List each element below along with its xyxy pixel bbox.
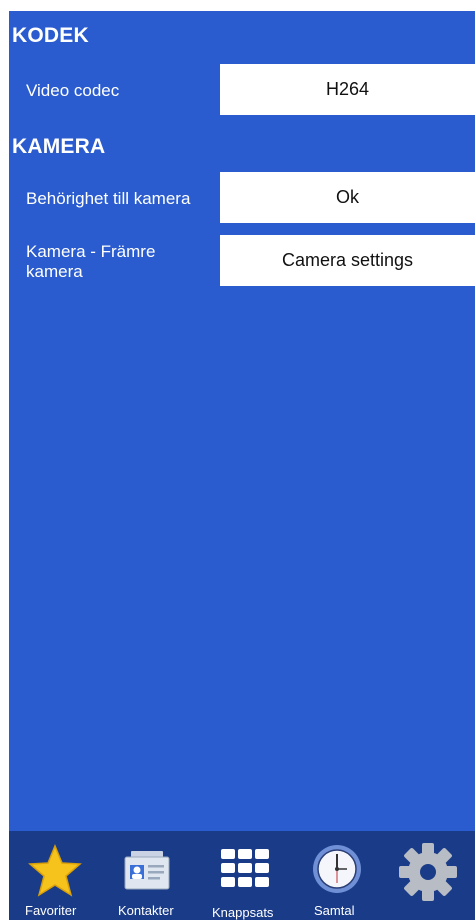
keypad-icon (221, 849, 269, 887)
tab-label-samtal: Samtal (314, 903, 355, 918)
tab-label-favoriter: Favoriter (25, 903, 77, 918)
tab-settings[interactable] (383, 831, 475, 920)
camera-settings-button[interactable]: Camera settings (220, 235, 475, 286)
camera-permission-label: Behörighet till kamera (26, 189, 191, 208)
contact-card-icon (124, 851, 170, 890)
settings-screen: KODEK Video codec H264 KAMERA Behörighet… (9, 11, 475, 920)
front-camera-label: Kamera - Främre kamera (26, 242, 156, 281)
tab-label-kontakter: Kontakter (118, 903, 174, 918)
video-codec-label: Video codec (26, 81, 120, 100)
tab-favoriter[interactable]: Favoriter (9, 831, 101, 920)
tab-label-knappsats: Knappsats (212, 905, 274, 920)
camera-permission-button[interactable]: Ok (220, 172, 475, 223)
section-title-codec: KODEK (12, 24, 89, 47)
tab-samtal[interactable]: Samtal (295, 831, 383, 920)
clock-icon (313, 845, 361, 893)
section-title-camera: KAMERA (12, 135, 106, 158)
bottom-tab-bar: Favoriter Kontakter Knappsats Samtal (9, 831, 475, 920)
gear-icon (399, 843, 457, 901)
video-codec-button[interactable]: H264 (220, 64, 475, 115)
star-icon (28, 844, 82, 897)
tab-kontakter[interactable]: Kontakter (101, 831, 199, 920)
tab-knappsats[interactable]: Knappsats (199, 831, 295, 920)
